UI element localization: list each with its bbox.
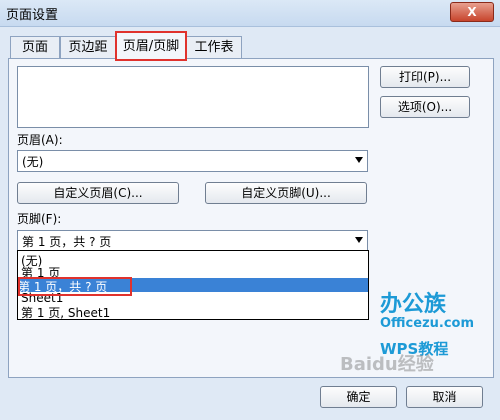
chevron-down-icon[interactable] xyxy=(355,237,363,243)
tab-sheet[interactable]: 工作表 xyxy=(186,36,242,59)
custom-footer-button[interactable]: 自定义页脚(U)... xyxy=(205,182,367,204)
cancel-button[interactable]: 取消 xyxy=(406,386,483,408)
tab-margins[interactable]: 页边距 xyxy=(60,36,116,59)
logo-text-cn: 办公族 xyxy=(380,292,447,317)
print-button[interactable]: 打印(P)... xyxy=(380,66,470,88)
chevron-down-icon[interactable] xyxy=(355,157,363,163)
tab-header-footer[interactable]: 页眉/页脚 xyxy=(115,31,187,61)
footer-select[interactable]: 第 1 页，共 ? 页 xyxy=(17,230,368,252)
window-title: 页面设置 xyxy=(6,8,59,23)
highlight-box xyxy=(18,277,132,296)
close-button[interactable]: X xyxy=(450,2,494,22)
title-bar: 页面设置 X xyxy=(0,0,500,27)
header-label: 页眉(A): xyxy=(17,133,63,147)
custom-header-button[interactable]: 自定义页眉(C)... xyxy=(17,182,179,204)
footer-select-value: 第 1 页，共 ? 页 xyxy=(22,235,112,249)
footer-label: 页脚(F): xyxy=(17,212,62,226)
header-preview xyxy=(17,66,369,128)
header-select-value: (无) xyxy=(22,155,44,169)
header-select[interactable]: (无) xyxy=(17,150,368,172)
watermark: Baidu经验 xyxy=(340,354,434,375)
list-item[interactable]: 第 1 页, Sheet1 xyxy=(21,304,110,321)
ok-button[interactable]: 确定 xyxy=(320,386,397,408)
tab-strip: 页面 页边距 页眉/页脚 工作表 xyxy=(0,30,500,61)
tab-page[interactable]: 页面 xyxy=(10,36,60,59)
logo-text-en: Officezu.com xyxy=(380,316,475,331)
options-button[interactable]: 选项(O)... xyxy=(380,96,470,118)
